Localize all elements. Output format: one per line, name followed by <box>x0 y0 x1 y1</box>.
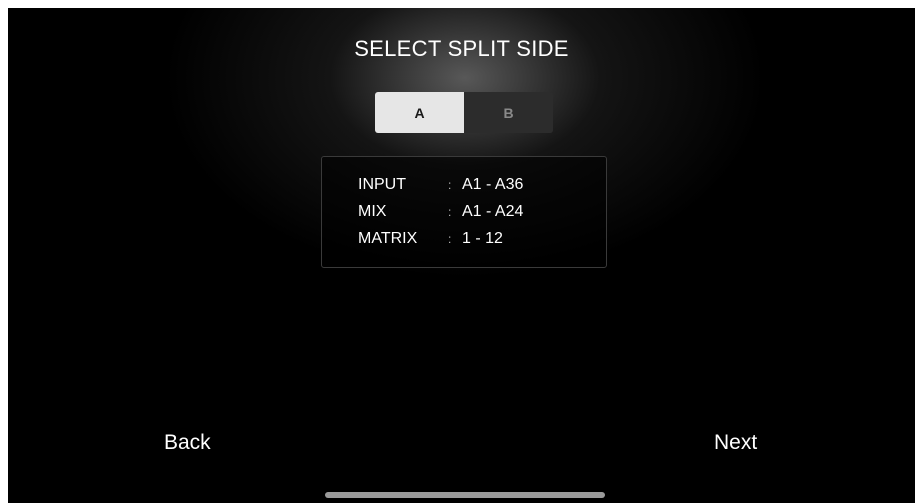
info-separator: : <box>448 178 452 192</box>
info-row-input: INPUT : A1 - A36 <box>358 173 582 197</box>
info-value: 1 - 12 <box>462 230 503 247</box>
home-indicator[interactable] <box>325 492 605 498</box>
info-value: A1 - A24 <box>462 203 524 220</box>
info-key: INPUT <box>358 176 406 193</box>
info-row-mix: MIX : A1 - A24 <box>358 200 582 224</box>
info-separator: : <box>448 205 452 219</box>
next-button[interactable]: Next <box>714 431 757 455</box>
page-title: SELECT SPLIT SIDE <box>354 36 569 61</box>
info-separator: : <box>448 232 452 246</box>
info-value: A1 - A36 <box>462 176 524 193</box>
split-side-selector: A B <box>375 92 553 133</box>
split-side-option-b[interactable]: B <box>464 92 553 133</box>
split-info-box: INPUT : A1 - A36 MIX : A1 - A24 MATRIX :… <box>321 156 607 268</box>
info-key: MATRIX <box>358 230 418 247</box>
info-row-matrix: MATRIX : 1 - 12 <box>358 227 582 251</box>
back-button[interactable]: Back <box>164 431 211 455</box>
split-side-panel: SELECT SPLIT SIDE A B INPUT : A1 - A36 M… <box>8 8 915 503</box>
screen: SELECT SPLIT SIDE A B INPUT : A1 - A36 M… <box>0 0 915 503</box>
info-key: MIX <box>358 203 387 220</box>
split-side-option-a[interactable]: A <box>375 92 464 133</box>
